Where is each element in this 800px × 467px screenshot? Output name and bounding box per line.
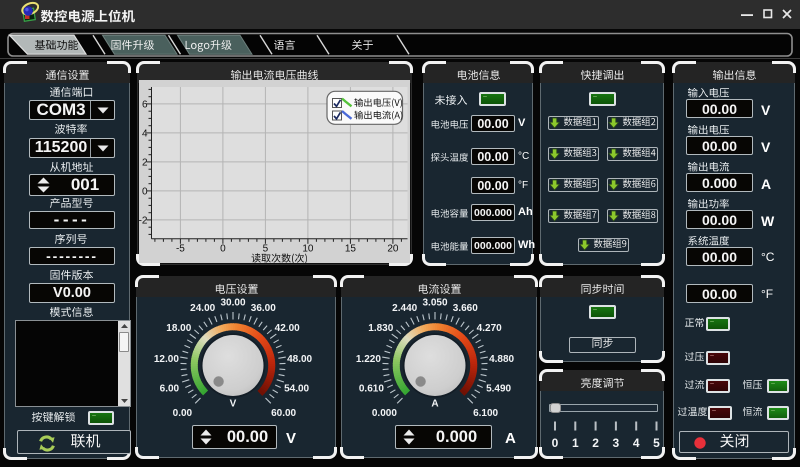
svg-text:4.880: 4.880: [489, 354, 514, 365]
svg-text:0.00: 0.00: [173, 408, 193, 419]
svg-text:2.440: 2.440: [392, 303, 417, 314]
svg-text:5: 5: [263, 243, 269, 254]
svg-text:3: 3: [613, 436, 620, 450]
svg-text:-2: -2: [139, 215, 148, 226]
svg-text:54.00: 54.00: [284, 384, 309, 395]
svg-text:30.00: 30.00: [220, 298, 245, 309]
svg-text:60.00: 60.00: [271, 408, 296, 419]
svg-text:5: 5: [653, 436, 660, 450]
svg-text:-5: -5: [176, 243, 185, 254]
svg-text:1.830: 1.830: [368, 323, 393, 334]
svg-text:0: 0: [552, 436, 559, 450]
svg-text:2: 2: [592, 436, 599, 450]
svg-text:15: 15: [345, 243, 357, 254]
svg-text:0: 0: [142, 186, 148, 197]
svg-text:3.050: 3.050: [422, 298, 447, 309]
svg-text:6.00: 6.00: [160, 384, 180, 395]
svg-text:6.100: 6.100: [473, 408, 498, 419]
svg-text:4.270: 4.270: [477, 323, 502, 334]
svg-text:0: 0: [220, 243, 226, 254]
svg-text:0.000: 0.000: [372, 408, 397, 419]
svg-text:1.220: 1.220: [356, 354, 381, 365]
svg-text:5.490: 5.490: [486, 384, 511, 395]
svg-text:V: V: [230, 399, 237, 410]
svg-text:4: 4: [633, 436, 640, 450]
svg-text:12.00: 12.00: [154, 354, 179, 365]
svg-text:24.00: 24.00: [190, 303, 215, 314]
svg-text:48.00: 48.00: [287, 354, 312, 365]
svg-text:18.00: 18.00: [166, 323, 191, 334]
svg-text:10: 10: [302, 243, 314, 254]
svg-text:20: 20: [387, 243, 399, 254]
svg-text:4: 4: [142, 128, 148, 139]
svg-text:0.610: 0.610: [359, 384, 384, 395]
svg-text:3.660: 3.660: [453, 303, 478, 314]
svg-text:A: A: [431, 399, 438, 410]
svg-text:36.00: 36.00: [251, 303, 276, 314]
svg-text:42.00: 42.00: [275, 323, 300, 334]
svg-text:6: 6: [142, 99, 148, 110]
svg-text:2: 2: [142, 157, 148, 168]
svg-text:1: 1: [572, 436, 579, 450]
